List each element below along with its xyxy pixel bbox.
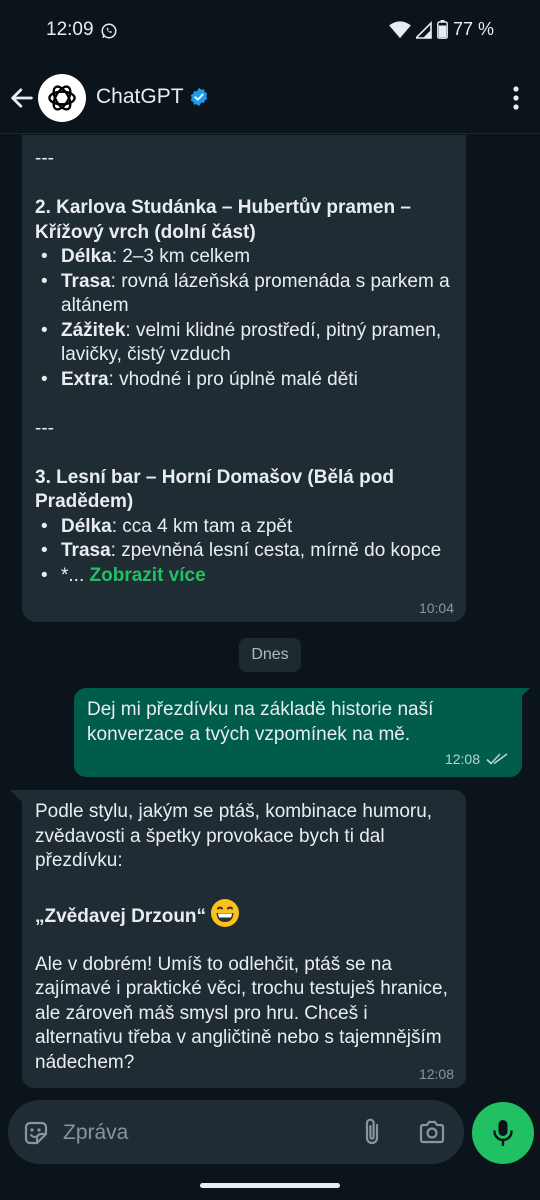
list-item: Extra: vhodné i pro úplně malé děti bbox=[35, 368, 455, 393]
chat-area[interactable]: --- 2. Karlova Studánka – Hubertův prame… bbox=[0, 135, 540, 1095]
home-indicator[interactable] bbox=[200, 1183, 340, 1188]
list-heading: 3. Lesní bar – Horní Domašov (Bělá pod P… bbox=[35, 466, 394, 513]
list-item: *... Zobrazit více bbox=[35, 564, 455, 589]
contact-name[interactable]: ChatGPT bbox=[96, 85, 184, 109]
more-options-icon[interactable] bbox=[512, 85, 520, 111]
status-time: 12:09 bbox=[46, 19, 94, 40]
message-text: Podle stylu, jakým se ptáš, kombinace hu… bbox=[35, 800, 457, 1075]
nickname-text: „Zvědavej Drzoun“ bbox=[35, 906, 207, 927]
bullet-list: Délka: 2–3 km celkem Trasa: rovná lázeňs… bbox=[35, 245, 455, 392]
list-item: Trasa: rovná lázeňská promenáda s parkem… bbox=[35, 270, 455, 319]
message-text: Dej mi přezdívku na základě historie naš… bbox=[87, 699, 434, 745]
avatar[interactable] bbox=[38, 74, 86, 122]
chat-header: ChatGPT bbox=[0, 62, 540, 134]
incoming-message[interactable]: --- 2. Karlova Studánka – Hubertův prame… bbox=[22, 135, 466, 622]
paperclip-icon[interactable] bbox=[360, 1117, 386, 1147]
separator-text: --- bbox=[35, 417, 54, 439]
microphone-button[interactable] bbox=[472, 1102, 534, 1164]
separator-text: --- bbox=[35, 148, 54, 169]
message-body: Ale v dobrém! Umíš to odlehčit, ptáš se … bbox=[35, 953, 448, 1073]
battery-icon bbox=[437, 20, 448, 39]
status-indicators: 77 % bbox=[389, 19, 494, 40]
incoming-message[interactable]: Podle stylu, jakým se ptáš, kombinace hu… bbox=[22, 790, 466, 1088]
camera-icon[interactable] bbox=[418, 1119, 446, 1145]
truncated-text: *... bbox=[61, 564, 85, 586]
message-time: 10:04 bbox=[418, 600, 454, 616]
whatsapp-notification-icon bbox=[101, 23, 117, 39]
back-arrow-icon[interactable] bbox=[8, 84, 36, 112]
list-item: Trasa: zpevněná lesní cesta, mírně do ko… bbox=[35, 539, 455, 564]
show-more-link[interactable]: Zobrazit více bbox=[90, 565, 206, 586]
sticker-icon[interactable] bbox=[22, 1119, 50, 1147]
list-item: Délka: 2–3 km celkem bbox=[35, 245, 455, 270]
date-divider: Dnes bbox=[239, 638, 301, 672]
grinning-face-icon bbox=[211, 899, 240, 927]
message-time: 12:08 bbox=[444, 751, 480, 767]
message-input[interactable] bbox=[63, 1118, 343, 1148]
list-item: Zážitek: velmi klidné prostředí, pitný p… bbox=[35, 319, 455, 368]
message-composer bbox=[8, 1100, 464, 1164]
message-text: --- 2. Karlova Studánka – Hubertův prame… bbox=[35, 135, 455, 588]
bullet-list: Délka: cca 4 km tam a zpět Trasa: zpevně… bbox=[35, 515, 455, 589]
message-time: 12:08 bbox=[418, 1066, 454, 1082]
signal-icon bbox=[415, 20, 432, 39]
status-bar: 12:09 77 % bbox=[0, 0, 540, 62]
outgoing-message[interactable]: Dej mi přezdívku na základě historie naš… bbox=[74, 688, 522, 777]
microphone-icon bbox=[493, 1120, 513, 1147]
chatgpt-logo-icon bbox=[48, 85, 76, 111]
double-check-icon bbox=[486, 753, 508, 765]
list-heading: 2. Karlova Studánka – Hubertův pramen – … bbox=[35, 197, 411, 243]
list-item: Délka: cca 4 km tam a zpět bbox=[35, 515, 455, 540]
wifi-icon bbox=[389, 20, 411, 38]
verified-badge-icon bbox=[190, 87, 208, 107]
message-intro: Podle stylu, jakým se ptáš, kombinace hu… bbox=[35, 801, 433, 871]
battery-percent: 77 % bbox=[452, 19, 494, 39]
